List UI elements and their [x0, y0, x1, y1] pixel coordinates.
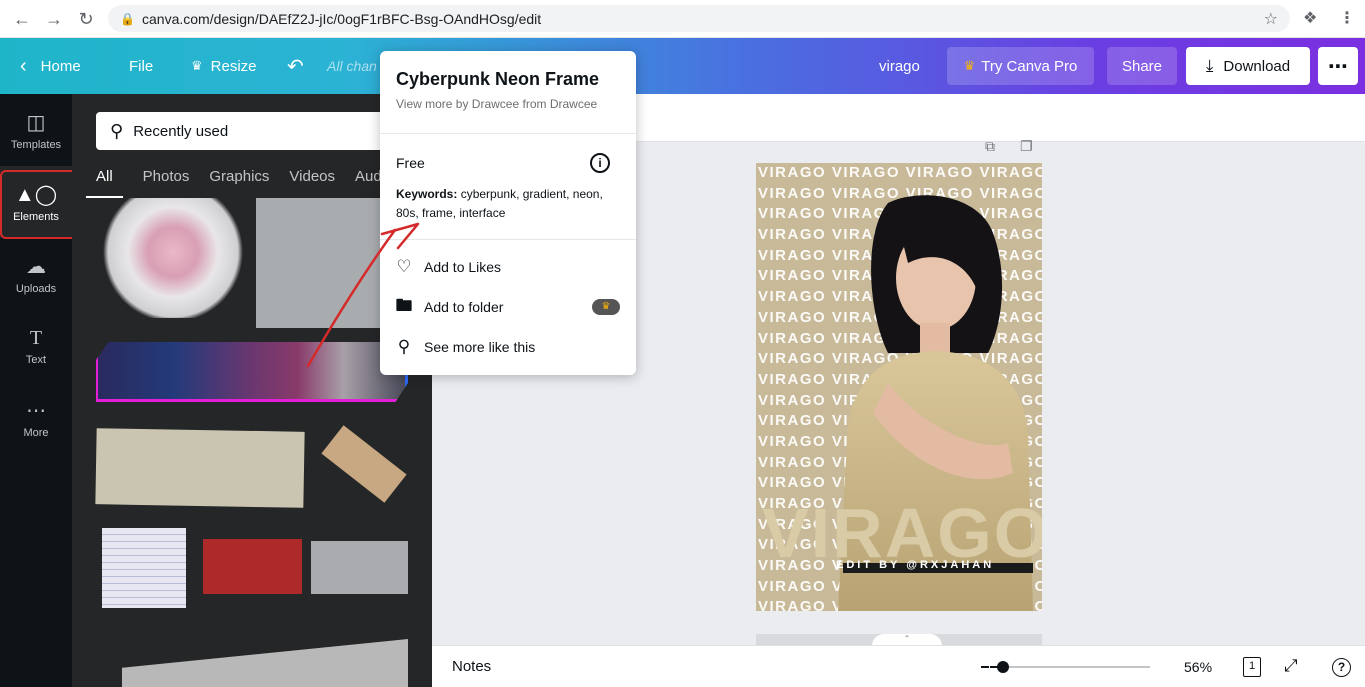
crown-icon: ♛ [592, 299, 620, 315]
tab-photos[interactable]: Photos [143, 164, 190, 198]
rail-label: More [23, 426, 49, 439]
address-bar[interactable]: 🔒 canva.com/design/DAEfZ2J-jIc/0ogF1rBFC… [108, 5, 1290, 32]
editor-footer: Notes 56% 1 ⤢ ? [432, 645, 1365, 687]
search-icon: ⚲ [110, 120, 124, 141]
file-menu-button[interactable]: File [129, 38, 153, 94]
download-icon: ⤓ [1205, 56, 1214, 75]
more-options-button[interactable]: ⋯ [1318, 47, 1358, 85]
design-poster[interactable]: VIRAGO VIRAGO VIRAGO VIRAGO VIRAGO VIRAG… [756, 163, 1042, 611]
resize-button[interactable]: ♛ Resize [191, 38, 257, 94]
creator-link[interactable]: View more by Drawcee from Drawcee [396, 97, 597, 111]
crown-icon: ♛ [191, 58, 203, 73]
uploads-icon: ☁ [26, 255, 46, 278]
rail-item-templates[interactable]: ◫ Templates [0, 94, 72, 166]
templates-icon: ◫ [26, 111, 46, 134]
forward-icon[interactable]: → [38, 0, 70, 38]
home-button[interactable]: ‹ Home [20, 38, 81, 94]
autosave-status: All chan [327, 58, 377, 74]
page-count-button[interactable]: 1 [1243, 657, 1261, 677]
rail-item-elements[interactable]: ▲◯ Elements [0, 166, 72, 238]
poster-row: VIRAGO VIRAGO VIRAGO VIRAGO [758, 164, 1042, 181]
rail-item-uploads[interactable]: ☁ Uploads [0, 238, 72, 310]
crown-icon: ♛ [963, 58, 976, 73]
license-label: Free [396, 155, 425, 171]
menu-label: Add to Likes [424, 259, 502, 275]
panel-tabs: All Photos Graphics Videos Aud [86, 164, 402, 198]
download-button[interactable]: ⤓ Download [1186, 47, 1310, 85]
more-icon: ⋯ [26, 399, 46, 422]
notes-button[interactable]: Notes [452, 658, 491, 675]
url-text: canva.com/design/DAEfZ2J-jIc/0ogF1rBFC-B… [142, 10, 542, 27]
zoom-out-icon[interactable] [981, 666, 989, 668]
add-page-icon[interactable]: ❐ [1020, 138, 1033, 155]
extensions-icon[interactable]: ❖ [1303, 8, 1317, 28]
chevron-left-icon: ‹ [20, 54, 27, 77]
zoom-slider[interactable] [990, 666, 1150, 668]
browser-menu-icon[interactable]: ⋮ [1339, 8, 1355, 28]
paper-strip-thumbnail[interactable] [122, 639, 408, 687]
tab-audio[interactable]: Aud [355, 164, 382, 198]
rail-item-text[interactable]: T Text [0, 310, 72, 382]
share-button[interactable]: Share [1107, 47, 1177, 85]
resize-label: Resize [210, 57, 257, 75]
rail-label: Elements [13, 210, 59, 223]
elements-icon: ▲◯ [14, 183, 58, 206]
annotation-arrow [306, 222, 420, 368]
rail-label: Text [25, 353, 47, 366]
menu-label: Add to folder [424, 299, 504, 315]
lock-icon: 🔒 [120, 11, 135, 26]
keywords-text: Keywords: cyberpunk, gradient, neon, 80s… [396, 185, 626, 223]
menu-label: See more like this [424, 339, 536, 355]
fullscreen-icon[interactable]: ⤢ [1284, 656, 1298, 676]
duplicate-page-icon[interactable]: ⧉ [985, 138, 995, 155]
elements-panel: ⚲ Recently used All Photos Graphics Vide… [72, 94, 432, 687]
info-icon[interactable]: i [590, 153, 610, 173]
search-input[interactable]: ⚲ Recently used [96, 112, 416, 150]
back-icon[interactable]: ← [6, 0, 38, 38]
home-label: Home [40, 57, 81, 75]
browser-toolbar: ← → ↻ 🔒 canva.com/design/DAEfZ2J-jIc/0og… [0, 0, 1365, 38]
poster-credit: EDIT BY @RXJAHAN [836, 559, 995, 571]
reload-icon[interactable]: ↻ [70, 0, 102, 38]
tape-strip-thumbnail[interactable] [321, 425, 407, 503]
undo-icon[interactable]: ↶ [287, 38, 304, 94]
text-icon: T [29, 326, 43, 349]
help-icon[interactable]: ? [1332, 658, 1351, 677]
tab-all[interactable]: All [86, 164, 123, 198]
keywords-label: Keywords: [396, 187, 458, 201]
editor-header: ‹ Home File ♛ Resize ↶ All chan virago ♛… [0, 38, 1365, 94]
try-canva-pro-button[interactable]: ♛ Try Canva Pro [947, 47, 1094, 85]
tab-graphics[interactable]: Graphics [209, 164, 269, 198]
zoom-slider-handle[interactable] [996, 661, 1009, 673]
rail-label: Uploads [15, 282, 57, 295]
rail-label: Templates [10, 138, 62, 151]
tape-element-thumbnail[interactable] [95, 428, 305, 508]
rail-item-more[interactable]: ⋯ More [0, 382, 72, 454]
design-title[interactable]: virago [879, 38, 920, 94]
search-value: Recently used [133, 122, 229, 140]
zoom-level[interactable]: 56% [1184, 659, 1212, 675]
notepaper-thumbnail[interactable] [102, 528, 186, 608]
divider [380, 133, 636, 134]
try-pro-label: Try Canva Pro [981, 57, 1078, 75]
bookmark-star-icon[interactable]: ☆ [1264, 9, 1278, 29]
gray-rectangle-thumbnail[interactable] [311, 541, 408, 594]
red-shape-thumbnail[interactable] [203, 539, 302, 594]
tab-videos[interactable]: Videos [289, 164, 335, 198]
download-label: Download [1223, 57, 1291, 75]
rose-element-thumbnail[interactable] [98, 198, 248, 318]
popup-title: Cyberpunk Neon Frame [396, 69, 600, 89]
side-rail: ◫ Templates ▲◯ Elements ☁ Uploads T Text… [0, 94, 72, 687]
